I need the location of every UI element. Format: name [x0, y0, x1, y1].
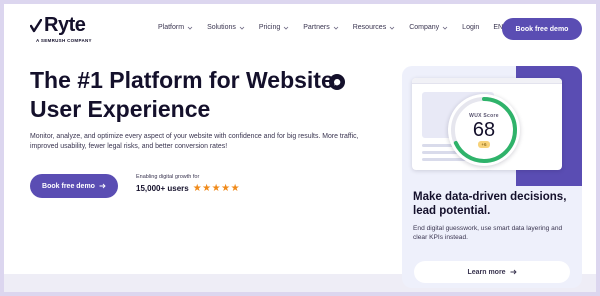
chevron-down-icon: [333, 26, 339, 30]
nav-item-partners[interactable]: Partners: [303, 24, 339, 31]
wux-change-badge: +6: [478, 140, 490, 148]
chevron-down-icon: [442, 26, 448, 30]
arrow-right-icon: [510, 269, 517, 275]
nav-item-label: Resources: [352, 24, 387, 31]
logo-text: Ryte: [44, 14, 86, 36]
book-demo-hero-label: Book free demo: [42, 182, 95, 190]
login-link[interactable]: Login: [462, 24, 479, 31]
chevron-down-icon: [187, 26, 193, 30]
growth-label: Enabling digital growth for: [136, 174, 200, 180]
nav-item-platform[interactable]: Platform: [158, 24, 193, 31]
card-description: End digital guesswork, use smart data la…: [413, 225, 563, 241]
nav-item-label: Partners: [303, 24, 330, 31]
hero-title: The #1 Platform for Website User Experie…: [30, 67, 334, 122]
nav-item-label: Platform: [158, 24, 185, 31]
preview-toolbar: [412, 78, 562, 84]
wux-score-gauge: WUX Score 68 +6: [448, 94, 520, 166]
main-nav: Platform Solutions Pricing Partners Reso…: [158, 24, 526, 31]
chevron-down-icon: [283, 26, 289, 30]
learn-more-button[interactable]: Learn more: [414, 261, 570, 283]
nav-item-label: Company: [409, 24, 440, 31]
wux-score-value: 68: [472, 118, 496, 141]
nav-item-label: Pricing: [258, 24, 281, 31]
page-frame: Ryte A SEMRUSH COMPANY Platform Solution…: [4, 4, 596, 292]
ryte-logo[interactable]: Ryte A SEMRUSH COMPANY: [30, 14, 92, 43]
chevron-down-icon: [389, 26, 395, 30]
card-heading: Make data-driven decisions, lead potenti…: [413, 191, 567, 217]
star-rating: ★★★★★: [192, 183, 241, 194]
logo-subtitle: A SEMRUSH COMPANY: [36, 38, 92, 43]
nav-item-resources[interactable]: Resources: [353, 24, 395, 31]
book-demo-header-button[interactable]: Book free demo: [502, 18, 582, 40]
nav-item-solutions[interactable]: Solutions: [207, 24, 245, 31]
book-demo-hero-button[interactable]: Book free demo: [30, 174, 118, 198]
chat-icon[interactable]: [329, 74, 345, 90]
learn-more-label: Learn more: [467, 268, 506, 276]
arrow-right-icon: [99, 183, 106, 189]
chevron-down-icon: [239, 26, 245, 30]
nav-item-label: Solutions: [207, 24, 236, 31]
checkmark-logo-icon: [30, 18, 42, 32]
hero-description: Monitor, analyze, and optimize every asp…: [30, 133, 359, 150]
login-label: Login: [462, 24, 480, 31]
nav-item-company[interactable]: Company: [409, 24, 448, 31]
social-proof: Enabling digital growth for 15,000+ user…: [136, 174, 240, 194]
users-count: 15,000+ users: [136, 184, 189, 193]
book-demo-header-label: Book free demo: [515, 25, 569, 33]
nav-item-pricing[interactable]: Pricing: [259, 24, 289, 31]
